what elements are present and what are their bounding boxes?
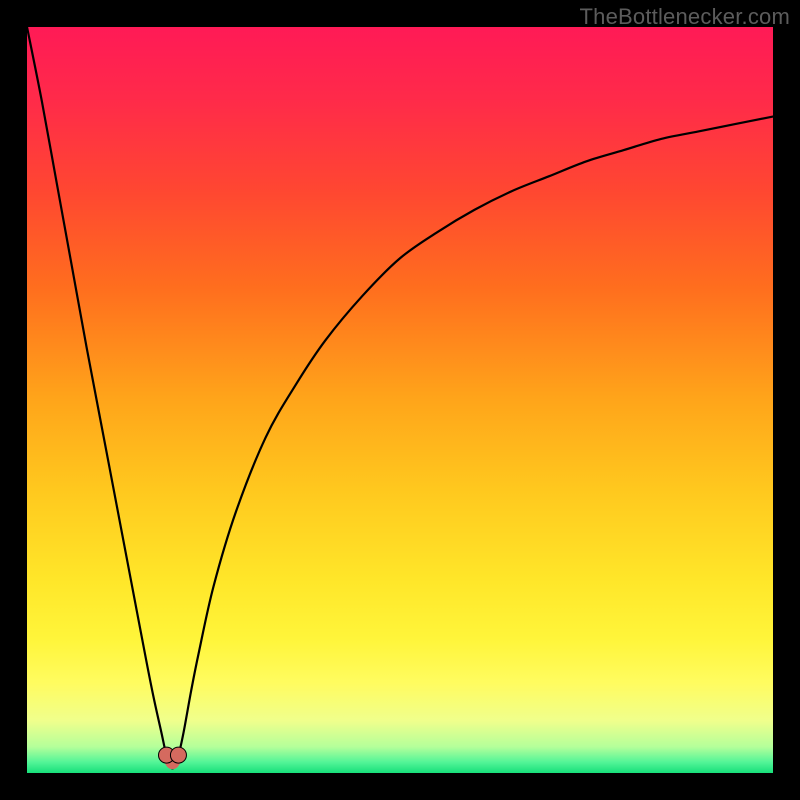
- chart-stage: TheBottlenecker.com: [0, 0, 800, 800]
- watermark-text: TheBottlenecker.com: [580, 4, 790, 30]
- bottleneck-curve: [27, 27, 773, 773]
- plot-area: [27, 27, 773, 773]
